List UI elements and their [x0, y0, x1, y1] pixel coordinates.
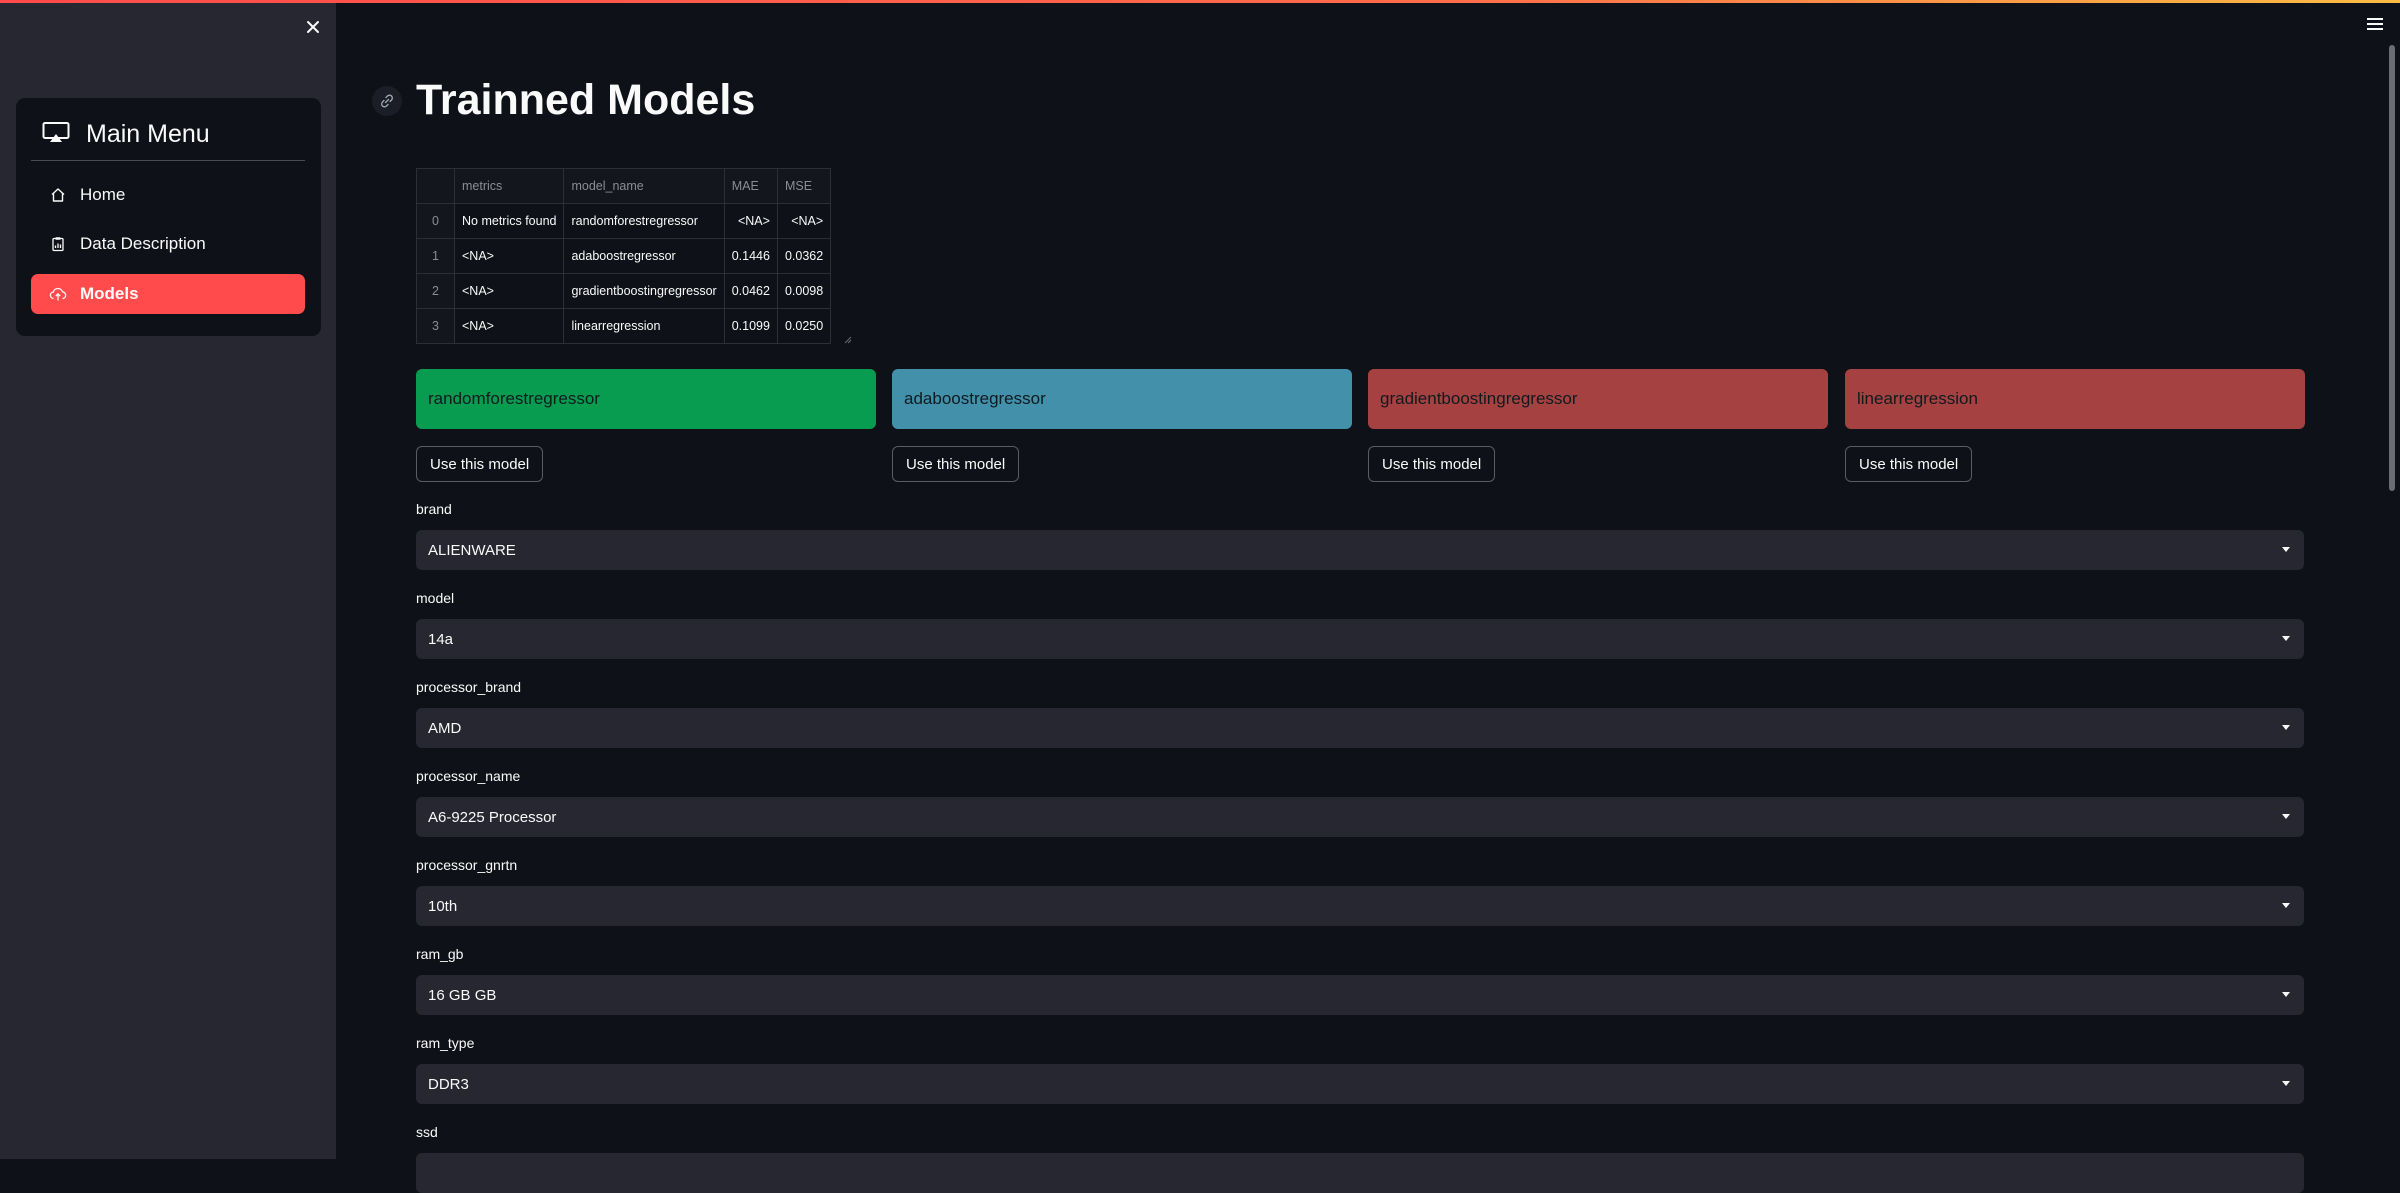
table-row: 0 No metrics found randomforestregressor… [416, 203, 832, 239]
metrics-table[interactable]: metrics model_name MAE MSE 0 No metrics … [416, 168, 832, 344]
table-cell[interactable]: gradientboostingregressor [563, 273, 725, 309]
menu-header: Main Menu [42, 120, 210, 149]
use-model-button[interactable]: Use this model [1845, 446, 1973, 482]
menu-title: Main Menu [86, 120, 210, 148]
sidebar-item-label: Models [80, 284, 139, 303]
ram-gb-select[interactable]: 16 GB GB [416, 975, 2304, 1015]
field-label-processor-gnrtn: processor_gnrtn [416, 857, 518, 873]
select-value: 16 GB GB [428, 986, 497, 1004]
hamburger-icon[interactable] [2364, 14, 2386, 34]
select-value: AMD [428, 719, 462, 737]
menu-divider [31, 160, 305, 161]
clipboard-data-icon [48, 234, 68, 254]
chevron-down-icon [2282, 814, 2290, 819]
house-icon [48, 185, 68, 205]
model-card-linearregression[interactable]: linearregression [1845, 369, 2305, 429]
table-cell[interactable]: 2 [416, 273, 455, 309]
field-label-brand: brand [416, 501, 452, 517]
table-header-cell[interactable] [416, 168, 455, 204]
field-label-ssd: ssd [416, 1124, 438, 1140]
sidebar-item-home[interactable]: Home [31, 175, 305, 215]
field-label-processor-brand: processor_brand [416, 679, 522, 695]
field-label-model: model [416, 590, 455, 606]
use-model-button[interactable]: Use this model [1368, 446, 1496, 482]
table-row: 1 <NA> adaboostregressor 0.1446 0.0362 [416, 238, 832, 274]
table-resize-handle[interactable] [842, 331, 852, 344]
processor-name-select[interactable]: A6-9225 Processor [416, 797, 2304, 837]
sidebar-item-label: Home [80, 185, 126, 204]
table-cell[interactable]: 3 [416, 308, 455, 344]
table-row: 3 <NA> linearregression 0.1099 0.0250 [416, 308, 832, 344]
ram-type-select[interactable]: DDR3 [416, 1064, 2304, 1104]
cast-icon [42, 121, 70, 148]
table-row: 2 <NA> gradientboostingregressor 0.0462 … [416, 273, 832, 309]
field-label-processor-name: processor_name [416, 768, 521, 784]
table-header-cell[interactable]: MSE [776, 168, 832, 204]
select-value: DDR3 [428, 1075, 469, 1093]
processor-gnrtn-select[interactable]: 10th [416, 886, 2304, 926]
close-icon[interactable] [300, 14, 326, 40]
table-cell[interactable]: 0.0362 [776, 238, 832, 274]
select-value: ALIENWARE [428, 541, 516, 559]
table-header-cell[interactable]: metrics [453, 168, 565, 204]
select-value: A6-9225 Processor [428, 808, 557, 826]
sidebar: Main Menu Home Data Description Models [0, 3, 336, 1159]
select-value: 14a [428, 630, 454, 648]
table-cell[interactable]: 0.1446 [723, 238, 778, 274]
link-icon[interactable] [372, 86, 402, 116]
chevron-down-icon [2282, 992, 2290, 997]
use-model-button[interactable]: Use this model [892, 446, 1020, 482]
model-select[interactable]: 14a [416, 619, 2304, 659]
table-cell[interactable]: adaboostregressor [563, 238, 725, 274]
table-cell[interactable]: 0.0098 [776, 273, 832, 309]
page-title: Trainned Models [416, 76, 756, 124]
processor-brand-select[interactable]: AMD [416, 708, 2304, 748]
chevron-down-icon [2282, 636, 2290, 641]
table-cell[interactable]: <NA> [453, 238, 565, 274]
model-card-gradientboostingregressor[interactable]: gradientboostingregressor [1368, 369, 1828, 429]
table-cell[interactable]: No metrics found [453, 203, 565, 239]
main-menu: Main Menu Home Data Description Models [16, 98, 321, 336]
brand-select[interactable]: ALIENWARE [416, 530, 2304, 570]
table-cell[interactable]: <NA> [723, 203, 778, 239]
table-cell[interactable]: randomforestregressor [563, 203, 725, 239]
table-cell[interactable]: 0 [416, 203, 455, 239]
table-cell[interactable]: 0.0250 [776, 308, 832, 344]
field-label-ram-gb: ram_gb [416, 946, 464, 962]
table-header-cell[interactable]: MAE [723, 168, 778, 204]
table-cell[interactable]: 0.0462 [723, 273, 778, 309]
sidebar-item-models[interactable]: Models [31, 274, 305, 314]
chevron-down-icon [2282, 547, 2290, 552]
table-cell[interactable]: <NA> [453, 308, 565, 344]
sidebar-item-data-description[interactable]: Data Description [31, 224, 305, 264]
chevron-down-icon [2282, 725, 2290, 730]
scrollbar[interactable] [2389, 45, 2395, 491]
field-label-ram-type: ram_type [416, 1035, 475, 1051]
top-decoration-bar [0, 0, 2400, 3]
table-cell[interactable]: 0.1099 [723, 308, 778, 344]
model-card-adaboostregressor[interactable]: adaboostregressor [892, 369, 1352, 429]
sidebar-item-label: Data Description [80, 234, 206, 253]
model-card-randomforestregressor[interactable]: randomforestregressor [416, 369, 876, 429]
cloud-upload-icon [48, 284, 68, 304]
chevron-down-icon [2282, 1081, 2290, 1086]
table-cell[interactable]: linearregression [563, 308, 725, 344]
table-cell[interactable]: 1 [416, 238, 455, 274]
table-header-cell[interactable]: model_name [563, 168, 725, 204]
use-model-button[interactable]: Use this model [416, 446, 544, 482]
table-header-row: metrics model_name MAE MSE [416, 168, 832, 204]
chevron-down-icon [2282, 903, 2290, 908]
ssd-select[interactable] [416, 1153, 2304, 1193]
table-cell[interactable]: <NA> [776, 203, 832, 239]
select-value: 10th [428, 897, 458, 915]
table-cell[interactable]: <NA> [453, 273, 565, 309]
